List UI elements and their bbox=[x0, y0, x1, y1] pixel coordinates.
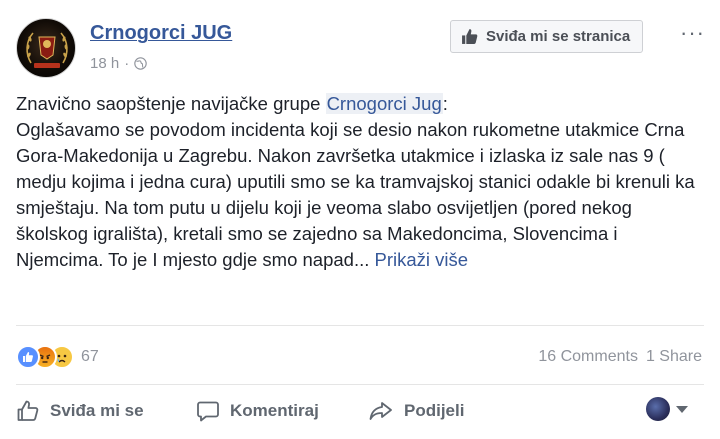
post-body-text: Oglašavamo se povodom incidenta koji se … bbox=[16, 119, 695, 270]
reactions-summary[interactable]: 67 bbox=[16, 344, 99, 370]
share-arrow-icon bbox=[369, 402, 392, 420]
actor-selector[interactable] bbox=[646, 397, 688, 421]
meta-separator: · bbox=[124, 55, 130, 72]
reaction-count: 67 bbox=[81, 348, 99, 365]
page-avatar[interactable] bbox=[16, 18, 76, 78]
like-label: Sviđa mi se bbox=[50, 401, 144, 420]
comment-button[interactable]: Komentiraj bbox=[196, 399, 319, 423]
thumbs-up-icon bbox=[462, 29, 478, 44]
post-header: Crnogorci JUG 18 h · Sviđa mi se stranic… bbox=[16, 18, 706, 80]
page-logo-icon bbox=[26, 32, 68, 68]
intro-colon: : bbox=[442, 93, 448, 114]
comment-icon bbox=[197, 401, 219, 422]
like-button[interactable]: Sviđa mi se bbox=[16, 399, 144, 423]
share-label: Podijeli bbox=[404, 401, 465, 420]
post-body: Znavično saopštenje navijačke grupe Crno… bbox=[16, 91, 706, 273]
chevron-down-icon bbox=[676, 405, 688, 413]
share-button[interactable]: Podijeli bbox=[368, 399, 464, 423]
post-intro-line: Znavično saopštenje navijačke grupe Crno… bbox=[16, 91, 706, 117]
user-avatar bbox=[646, 397, 670, 421]
intro-text: Znavično saopštenje navijačke grupe bbox=[16, 93, 326, 114]
like-reaction-icon bbox=[16, 345, 40, 369]
divider bbox=[16, 325, 704, 326]
page-name-link[interactable]: Crnogorci JUG bbox=[90, 22, 232, 45]
post-timestamp[interactable]: 18 h bbox=[90, 55, 119, 72]
globe-icon[interactable] bbox=[134, 57, 147, 70]
like-page-label: Sviđa mi se stranica bbox=[486, 28, 631, 45]
post-meta: 18 h · bbox=[90, 55, 147, 72]
like-page-button[interactable]: Sviđa mi se stranica bbox=[450, 20, 644, 53]
engagement-stats: 16 Comments 1 Share bbox=[538, 348, 702, 366]
mention-link[interactable]: Crnogorci Jug bbox=[325, 93, 443, 114]
action-bar: Sviđa mi se Komentiraj Podijeli bbox=[16, 394, 706, 428]
post-paragraph: Oglašavamo se povodom incidenta koji se … bbox=[16, 117, 706, 273]
more-options-button[interactable]: ··· bbox=[680, 22, 705, 44]
comment-label: Komentiraj bbox=[230, 401, 319, 420]
thumbs-up-icon bbox=[17, 400, 39, 421]
comments-count-link[interactable]: 16 Comments bbox=[538, 348, 638, 366]
see-more-link[interactable]: Prikaži više bbox=[375, 249, 469, 270]
shares-count-link[interactable]: 1 Share bbox=[646, 348, 702, 366]
divider bbox=[16, 384, 704, 385]
